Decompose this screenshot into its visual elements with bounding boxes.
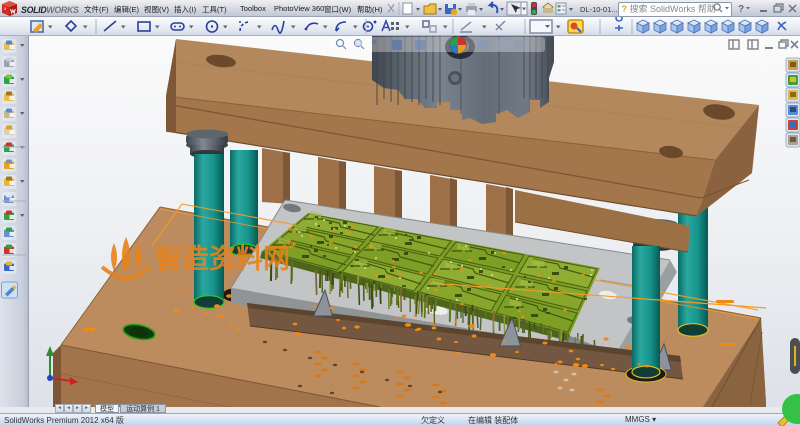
svg-text:+: + [288,238,296,253]
svg-text:智造资料网: 智造资料网 [155,244,290,274]
svg-text:?: ? [738,4,744,15]
